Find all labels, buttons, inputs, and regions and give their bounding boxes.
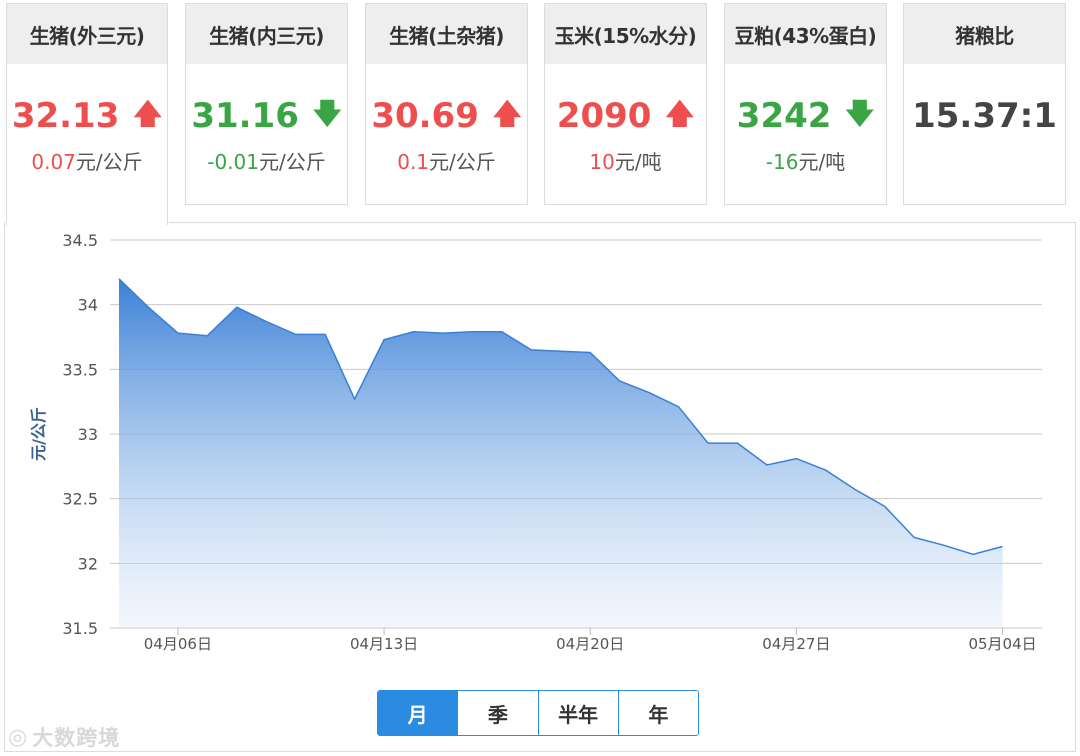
x-tick-label: 04月06日 — [144, 635, 212, 653]
x-tick-label: 04月13日 — [350, 635, 418, 653]
range-tab-3[interactable]: 年 — [617, 691, 698, 735]
y-axis-label: 元/公斤 — [29, 407, 48, 461]
y-tick-label: 34.5 — [62, 231, 98, 250]
range-selector: 月季半年年 — [377, 690, 699, 736]
y-tick-label: 34 — [78, 296, 98, 315]
y-tick-label: 32 — [78, 554, 98, 573]
price-chart: 34.5 34 33.5 33 32.5 32 31.5 04月06日 04月13日 04月20… — [29, 231, 1042, 653]
y-tick-label: 32.5 — [62, 490, 98, 509]
x-tick-label: 05月04日 — [968, 635, 1036, 653]
x-tick-label: 04月27日 — [762, 635, 830, 653]
watermark-logo-icon: ◎ — [8, 724, 29, 750]
x-axis-ticks: 04月06日 04月13日 04月20日 04月27日 05月04日 — [144, 628, 1037, 653]
range-tab-0[interactable]: 月 — [378, 691, 458, 735]
watermark-text: 大数跨境 — [32, 726, 121, 750]
series-area — [119, 278, 1003, 628]
range-tab-1[interactable]: 季 — [457, 691, 538, 735]
y-tick-label: 31.5 — [62, 619, 98, 638]
area-series — [118, 278, 1003, 628]
y-tick-label: 33 — [78, 425, 98, 444]
watermark: ◎ 大数跨境 — [8, 722, 120, 752]
y-tick-label: 33.5 — [62, 360, 98, 379]
x-tick-label: 04月20日 — [556, 635, 624, 653]
range-tab-2[interactable]: 半年 — [537, 691, 618, 735]
y-axis-ticks: 34.5 34 33.5 33 32.5 32 31.5 — [62, 231, 98, 638]
